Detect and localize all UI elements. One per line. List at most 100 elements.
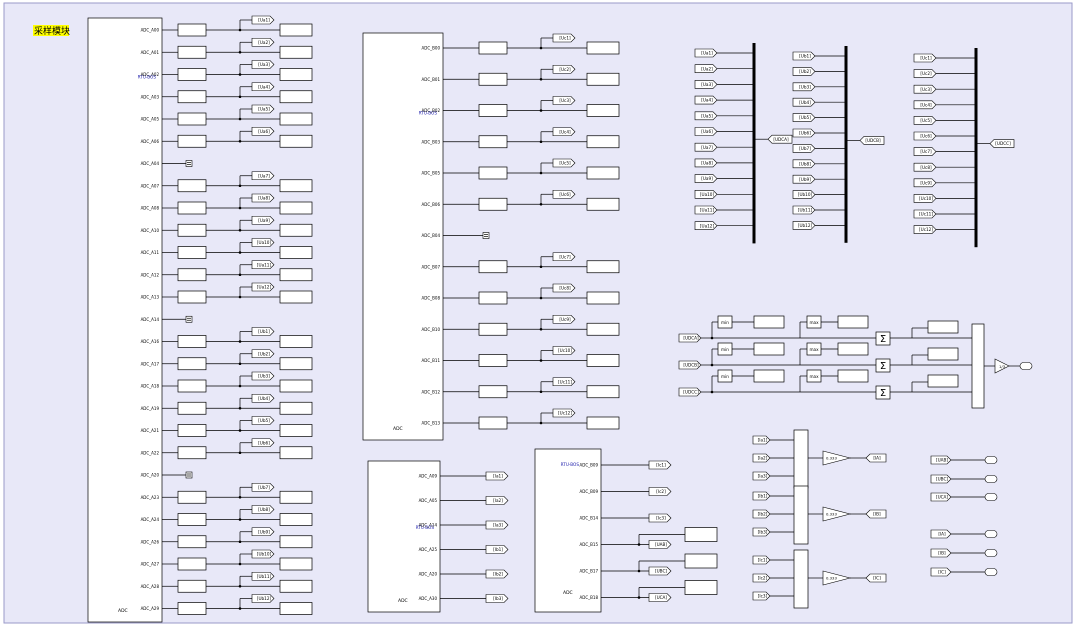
adc-port-label: ADC_A14 bbox=[419, 523, 438, 528]
from-tag-label: [Ua10] bbox=[700, 192, 715, 197]
zero-order-hold-block bbox=[177, 112, 207, 126]
adc-port-label: ADC_A18 bbox=[141, 384, 160, 389]
zero-order-hold-block bbox=[478, 41, 508, 55]
goto-tag-label: [UDCC] bbox=[995, 141, 1011, 146]
zero-order-hold-block bbox=[177, 23, 207, 37]
zero-order-hold-block bbox=[177, 401, 207, 415]
terminator bbox=[984, 530, 998, 538]
from-tag-label: [Ua4] bbox=[701, 98, 713, 103]
adc-port-label: ADC_A05 bbox=[419, 498, 438, 503]
goto-tag-label: [Uc8] bbox=[559, 286, 571, 291]
zero-order-hold-block bbox=[478, 72, 508, 86]
ground-terminator bbox=[185, 471, 193, 479]
scope-display-block bbox=[927, 347, 959, 361]
from-tag-label: [Ub1] bbox=[799, 54, 811, 59]
from-tag-label: [Ub11] bbox=[798, 208, 813, 213]
terminator bbox=[984, 456, 998, 464]
adc-port-label: ADC_A11 bbox=[141, 250, 160, 255]
goto-tag-label: [Ub4] bbox=[258, 396, 270, 401]
scope-display-block bbox=[279, 401, 313, 415]
from-tag-label: [Ub7] bbox=[799, 146, 811, 151]
from-tag-label: [Ua2] bbox=[701, 66, 713, 71]
from-tag-label: [Ia3] bbox=[758, 474, 768, 479]
zero-order-hold-block bbox=[478, 291, 508, 305]
adc-port-label: ADC_B00 bbox=[422, 46, 441, 51]
zero-order-hold-block bbox=[478, 354, 508, 367]
goto-tag-label: [UAB] bbox=[655, 542, 667, 547]
sum-block bbox=[793, 485, 809, 545]
zero-order-hold-block bbox=[478, 385, 508, 399]
ground-terminator bbox=[185, 160, 193, 167]
scope-display-block bbox=[753, 342, 785, 356]
scope-display-block bbox=[279, 424, 313, 437]
goto-tag-label: [UCA] bbox=[655, 595, 667, 600]
mux-block bbox=[971, 323, 985, 409]
from-tag-label: [Uc9] bbox=[920, 180, 932, 185]
adc-port-label: ADC_B14 bbox=[580, 516, 599, 521]
zero-order-hold-block bbox=[478, 197, 508, 211]
scope-display-block bbox=[586, 104, 620, 117]
from-tag-label: [Uc2] bbox=[920, 71, 932, 76]
simulink-diagram: 采样模块 ADC RTU-BOS ADC_A00 [Ua1] ADC_A01 [Ua2] A… bbox=[0, 0, 1080, 629]
goto-tag-label: [IB] bbox=[873, 512, 881, 517]
scope-display-block bbox=[684, 553, 718, 569]
from-tag-label: [Uc6] bbox=[920, 134, 932, 139]
scope-display-block bbox=[586, 72, 620, 86]
zero-order-hold-block bbox=[478, 166, 508, 180]
adc-port-label: ADC_A23 bbox=[141, 495, 160, 500]
scope-display-block bbox=[279, 112, 313, 126]
from-tag-label: [Ub4] bbox=[799, 100, 811, 105]
terminator bbox=[984, 493, 998, 501]
sum-block-symbol: Σ bbox=[880, 334, 886, 345]
adc-port-label: ADC_A20 bbox=[141, 473, 160, 478]
adc-block bbox=[367, 460, 441, 613]
zero-order-hold-block bbox=[177, 134, 207, 148]
from-tag-label: [IB] bbox=[938, 551, 946, 556]
from-tag-label: [Ic1] bbox=[758, 558, 768, 563]
scope-display-block bbox=[753, 315, 785, 329]
adc-port-label: ADC_B12 bbox=[422, 389, 441, 394]
adc-port-label: ADC_A29 bbox=[141, 606, 160, 611]
adc-port-label: ADC_A17 bbox=[141, 361, 160, 366]
goto-tag-label: [Uc5] bbox=[559, 161, 571, 166]
scope-display-block bbox=[279, 246, 313, 259]
goto-tag-label: [Ua12] bbox=[257, 285, 272, 290]
zero-order-hold-block bbox=[177, 424, 207, 437]
zero-order-hold-block bbox=[478, 416, 508, 430]
from-tag-label: [UBC] bbox=[936, 477, 948, 482]
scope-display-block bbox=[837, 315, 869, 329]
scope-display-block bbox=[279, 335, 313, 348]
goto-tag-label: [Uc1] bbox=[559, 36, 571, 41]
goto-tag-label: [IA] bbox=[873, 456, 881, 461]
bus-creator-bar bbox=[844, 46, 848, 243]
adc-port-label: ADC_B15 bbox=[580, 542, 599, 547]
adc-port-label: ADC_B03 bbox=[422, 139, 441, 144]
zero-order-hold-block bbox=[177, 179, 207, 193]
scope-display-block bbox=[279, 134, 313, 148]
goto-tag-label: [Ub6] bbox=[258, 440, 270, 445]
goto-tag-label: [Ub3] bbox=[258, 374, 270, 379]
from-tag-label: [Ua9] bbox=[701, 176, 713, 181]
from-tag-label: [Uc7] bbox=[920, 149, 932, 154]
goto-tag-label: [Ua2] bbox=[258, 40, 270, 45]
goto-tag-label: [Ua3] bbox=[258, 62, 270, 67]
adc-block-label: ADC bbox=[118, 608, 128, 614]
adc-port-label: ADC_A05 bbox=[141, 117, 160, 122]
scope-display-block bbox=[586, 260, 620, 274]
adc-port-label: ADC_B02 bbox=[422, 108, 441, 113]
scope-display-block bbox=[586, 291, 620, 305]
zero-order-hold-block bbox=[177, 246, 207, 259]
from-tag-label: [Uc10] bbox=[919, 196, 933, 201]
adc-port-label: ADC_A25 bbox=[419, 547, 438, 552]
from-tag-label: [Uc12] bbox=[919, 227, 933, 232]
from-tag-label: [Ua7] bbox=[701, 145, 713, 150]
gain-label: 1/3 bbox=[999, 364, 1006, 369]
scope-display-block bbox=[279, 513, 313, 526]
scope-display-block bbox=[279, 45, 313, 59]
goto-tag-label: [Ib1] bbox=[493, 547, 503, 552]
adc-block-label: ADC bbox=[398, 598, 408, 604]
scope-display-block bbox=[586, 416, 620, 430]
adc-port-label: ADC_B04 bbox=[422, 233, 441, 238]
goto-tag-label: [Uc3] bbox=[559, 98, 571, 103]
zero-order-hold-block bbox=[177, 602, 207, 615]
